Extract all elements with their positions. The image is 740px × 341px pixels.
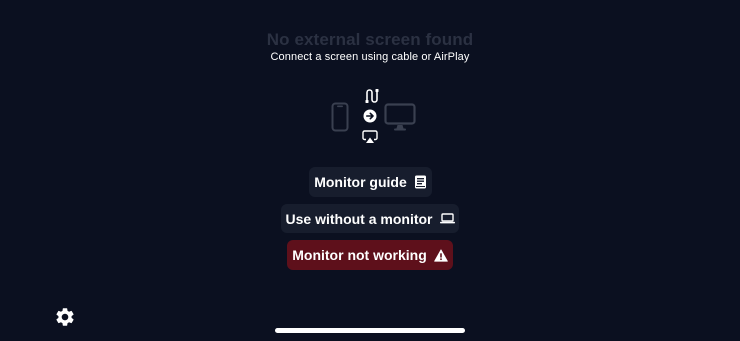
book-icon xyxy=(414,175,426,189)
phone-icon xyxy=(331,102,349,132)
use-without-monitor-label: Use without a monitor xyxy=(285,210,433,227)
monitor-guide-button[interactable]: Monitor guide xyxy=(309,167,432,197)
airplay-icon xyxy=(362,130,378,143)
gear-icon[interactable] xyxy=(54,306,76,328)
monitor-not-working-label: Monitor not working xyxy=(292,247,427,263)
laptop-icon xyxy=(439,213,455,224)
monitor-guide-label: Monitor guide xyxy=(314,174,407,190)
cable-icon xyxy=(365,89,379,103)
monitor-icon xyxy=(384,103,416,131)
warning-icon xyxy=(433,248,448,262)
use-without-monitor-button[interactable]: Use without a monitor xyxy=(281,204,459,233)
arrow-right-circle-icon xyxy=(363,109,377,123)
monitor-not-working-button[interactable]: Monitor not working xyxy=(287,240,453,270)
status-subtitle: Connect a screen using cable or AirPlay xyxy=(270,51,470,63)
home-indicator[interactable] xyxy=(275,328,465,333)
status-title: No external screen found xyxy=(266,30,474,49)
